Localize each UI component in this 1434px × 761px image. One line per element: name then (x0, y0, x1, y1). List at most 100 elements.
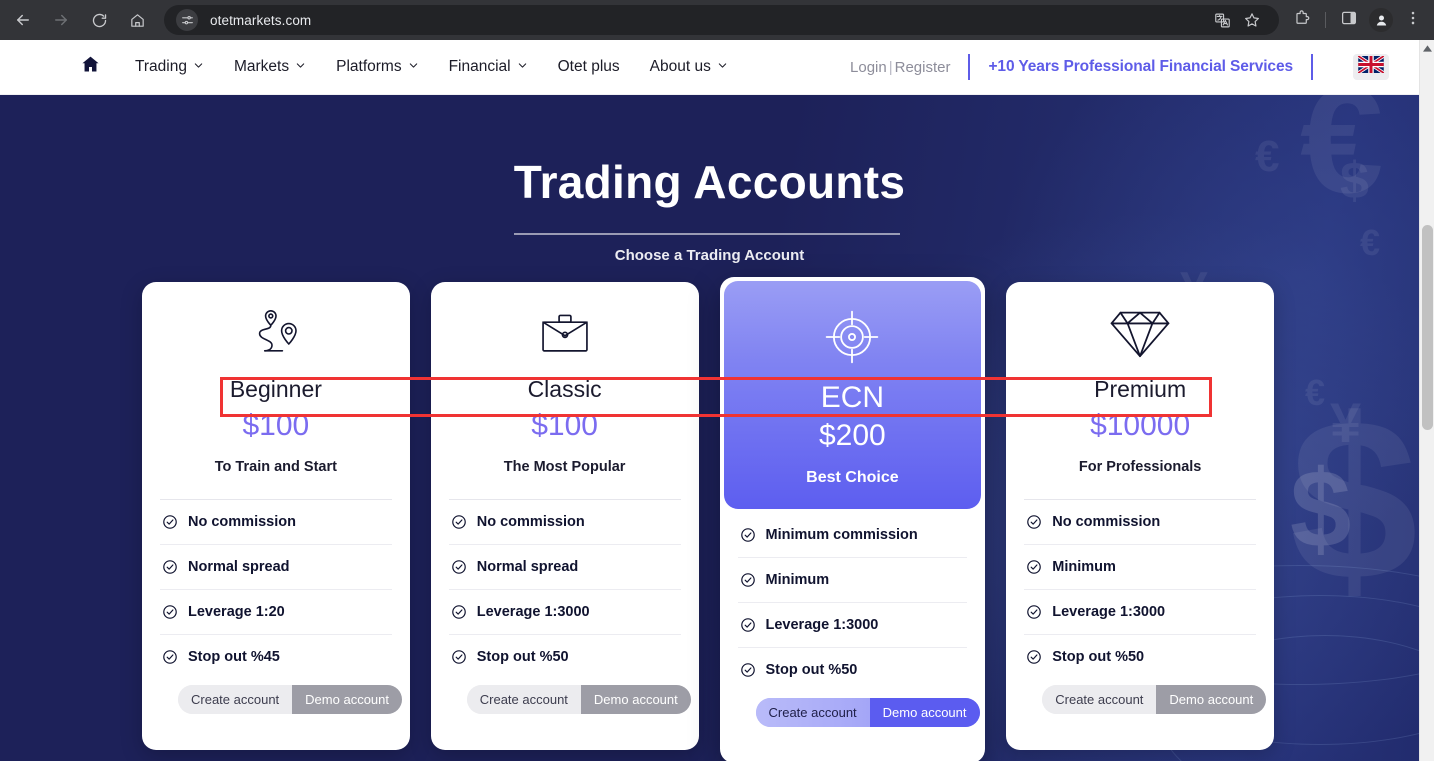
check-circle-icon (740, 662, 756, 678)
check-circle-icon (162, 604, 178, 620)
three-dot-menu-button[interactable] (1398, 5, 1428, 35)
demo-account-button[interactable]: Demo account (580, 685, 691, 714)
home-button[interactable] (120, 3, 154, 37)
check-circle-icon (162, 514, 178, 530)
pricing-card-premium[interactable]: Premium $10000 For Professionals No comm… (1006, 282, 1274, 750)
create-account-button[interactable]: Create account (1042, 685, 1157, 714)
demo-account-button[interactable]: Demo account (1156, 685, 1267, 714)
nav-item-otet-plus[interactable]: Otet plus (558, 58, 620, 76)
pricing-card-ecn[interactable]: ECN $200 Best Choice Minimum commission … (719, 277, 986, 761)
card-header: Premium $10000 For Professionals (1006, 282, 1274, 489)
feature-item: Leverage 1:3000 (448, 590, 681, 635)
feature-item: No commission (1024, 500, 1256, 545)
create-account-button[interactable]: Create account (178, 685, 293, 714)
nav-item-markets[interactable]: Markets (234, 58, 306, 76)
nav-item-about-us[interactable]: About us (650, 58, 728, 76)
header-divider-right (1311, 54, 1313, 80)
star-icon[interactable] (1239, 7, 1265, 33)
translate-icon[interactable] (1209, 7, 1235, 33)
card-tagline: The Most Popular (503, 459, 626, 475)
demo-account-button[interactable]: Demo account (292, 685, 402, 714)
feature-label: Stop out %50 (476, 649, 569, 665)
feature-item: Normal spread (160, 545, 392, 590)
site-settings-icon[interactable] (176, 9, 198, 31)
three-dot-menu-icon (1404, 9, 1422, 32)
address-bar[interactable]: otetmarkets.com (164, 5, 1279, 35)
side-panel-icon (1340, 9, 1358, 32)
check-circle-icon (162, 649, 178, 665)
card-actions: Create account Demo account (142, 679, 410, 750)
register-link[interactable]: Register (895, 59, 951, 76)
route-pin-icon (142, 304, 410, 364)
nav-label: Platforms (336, 58, 402, 75)
uk-flag-icon (1357, 54, 1385, 78)
feature-item: Normal spread (448, 545, 681, 590)
scroll-up-arrow-icon[interactable] (1420, 42, 1434, 54)
card-title: Premium (1094, 376, 1187, 402)
currency-symbol-yen: ¥ (1330, 391, 1362, 454)
nav-item-platforms[interactable]: Platforms (336, 58, 418, 76)
create-account-button[interactable]: Create account (466, 685, 581, 714)
header-divider-left (968, 54, 971, 80)
feature-label: No commission (1052, 514, 1161, 530)
profile-avatar-icon (1369, 8, 1393, 32)
feature-item: Minimum (737, 558, 968, 603)
url-text: otetmarkets.com (210, 12, 312, 28)
card-title: Beginner (229, 376, 322, 402)
side-panel-button[interactable] (1334, 5, 1364, 35)
main-navigation: Trading Markets Platforms Financial Otet… (135, 58, 728, 76)
check-circle-icon (1026, 649, 1042, 665)
check-circle-icon (451, 604, 467, 620)
page-scrollbar[interactable] (1419, 40, 1434, 761)
card-tagline: To Train and Start (214, 459, 337, 475)
check-circle-icon (1026, 604, 1042, 620)
nav-label: Financial (448, 58, 511, 75)
hero-section: € € $ € ¥ ₿ € $ ¥ $ € Trading Accounts C… (0, 95, 1419, 761)
forward-button[interactable] (44, 3, 78, 37)
chevron-down-icon (408, 58, 419, 76)
card-price: $100 (242, 409, 310, 442)
nav-item-trading[interactable]: Trading (135, 58, 204, 76)
demo-account-button[interactable]: Demo account (869, 698, 980, 727)
pricing-card-beginner[interactable]: Beginner $100 To Train and Start No comm… (142, 282, 410, 750)
language-selector[interactable] (1353, 54, 1389, 80)
card-header: ECN $200 Best Choice (723, 281, 982, 509)
check-circle-icon (1026, 514, 1042, 530)
site-home-button[interactable] (80, 54, 101, 80)
feature-item: No commission (160, 500, 392, 545)
feature-item: Stop out %50 (1024, 635, 1256, 679)
page-subtitle: Choose a Trading Account (614, 247, 805, 264)
nav-item-financial[interactable]: Financial (449, 58, 528, 76)
login-link[interactable]: Login (850, 59, 887, 76)
create-account-button[interactable]: Create account (755, 698, 870, 727)
card-price: $100 (531, 409, 598, 442)
card-tagline: For Professionals (1078, 459, 1202, 475)
card-actions: Create account Demo account (431, 679, 699, 750)
card-price: $10000 (1090, 409, 1191, 442)
feature-item: Leverage 1:20 (160, 590, 392, 635)
promo-text: +10 Years Professional Financial Service… (988, 58, 1293, 75)
feature-item: Stop out %50 (449, 635, 681, 679)
site-header: Trading Markets Platforms Financial Otet… (0, 40, 1419, 95)
feature-item: Minimum commission (737, 513, 968, 558)
feature-label: Leverage 1:3000 (1052, 604, 1166, 620)
scrollbar-thumb[interactable] (1422, 225, 1433, 430)
feature-item: Minimum (1024, 545, 1256, 590)
extensions-button[interactable] (1287, 5, 1317, 35)
house-icon (80, 54, 101, 80)
feature-label: Minimum (765, 572, 830, 588)
feature-item: Stop out %45 (160, 635, 392, 679)
pricing-card-classic[interactable]: Classic $100 The Most Popular No commiss… (430, 282, 699, 750)
reload-button[interactable] (82, 3, 116, 37)
check-circle-icon (740, 617, 756, 633)
nav-label: Markets (233, 58, 290, 75)
back-arrow-icon (14, 11, 32, 29)
pricing-cards: Beginner $100 To Train and Start No comm… (142, 277, 1274, 761)
back-button[interactable] (6, 3, 40, 37)
profile-button[interactable] (1366, 5, 1396, 35)
check-circle-icon (740, 527, 756, 543)
feature-label: Normal spread (476, 559, 579, 575)
feature-label: Stop out %50 (765, 662, 858, 678)
header-right-group: Login | Register +10 Years Professional Fi… (850, 54, 1419, 80)
card-actions: Create account Demo account (1006, 679, 1274, 750)
